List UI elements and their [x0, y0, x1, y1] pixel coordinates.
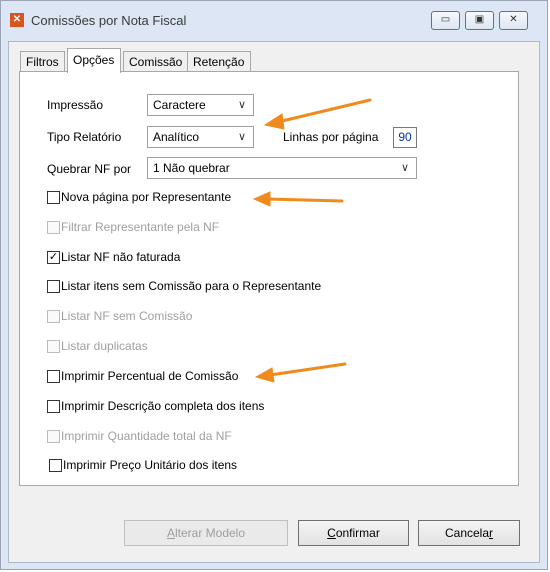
checkbox-box[interactable]: [47, 191, 60, 204]
checkbox-box: [47, 340, 60, 353]
quebrar-select[interactable]: 1 Não quebrar ∨: [147, 157, 417, 179]
checkbox-label: Listar itens sem Comissão para o Represe…: [61, 279, 322, 293]
close-button[interactable]: ✕: [499, 11, 528, 30]
impressao-value: Caractere: [153, 98, 206, 112]
tipo-relatorio-label: Tipo Relatório: [47, 130, 122, 144]
alterar-modelo-button[interactable]: Alterar Modelo: [124, 520, 288, 546]
maximize-icon: ▣: [474, 14, 485, 25]
checkbox-box[interactable]: [47, 400, 60, 413]
checkbox-box[interactable]: ✓: [47, 251, 60, 264]
close-icon: ✕: [509, 14, 518, 25]
checkbox-box[interactable]: [49, 459, 62, 472]
title-bar[interactable]: ✕ Comissões por Nota Fiscal ▭ ▣ ✕: [1, 1, 547, 41]
checkbox-box[interactable]: [47, 370, 60, 383]
checkbox-label: Imprimir Descrição completa dos itens: [61, 399, 265, 413]
chevron-down-icon: ∨: [400, 162, 409, 174]
checkbox-label: Listar NF sem Comissão: [61, 309, 193, 323]
minimize-button[interactable]: ▭: [431, 11, 460, 30]
button-accelerator: A: [166, 526, 175, 540]
linhas-input[interactable]: 90: [393, 127, 417, 148]
chevron-down-icon: ∨: [237, 99, 246, 111]
linhas-label: Linhas por página: [283, 130, 379, 144]
tipo-relatorio-value: Analítico: [153, 130, 200, 144]
tab-label: Retenção: [193, 55, 245, 69]
impressao-select[interactable]: Caractere ∨: [147, 94, 254, 116]
tipo-relatorio-select[interactable]: Analítico ∨: [147, 126, 254, 148]
button-text: Cancela: [444, 526, 490, 540]
checkmark-icon: ✓: [48, 251, 59, 263]
button-accelerator: C: [327, 526, 336, 540]
checkbox-label: Imprimir Preço Unitário dos itens: [63, 458, 238, 472]
minimize-icon: ▭: [440, 14, 451, 25]
checkbox-box[interactable]: [47, 280, 60, 293]
window-title: Comissões por Nota Fiscal: [31, 13, 187, 28]
checkbox-label: Listar duplicatas: [61, 339, 148, 353]
quebrar-value: 1 Não quebrar: [153, 161, 230, 175]
checkbox-box: [47, 310, 60, 323]
tab-label: Comissão: [129, 55, 183, 69]
checkbox-label: Listar NF não faturada: [61, 250, 181, 264]
tab-opcoes[interactable]: Opções: [67, 48, 121, 73]
button-text: lterar Modelo: [174, 526, 246, 540]
checkbox-box: [47, 430, 60, 443]
tab-comissao[interactable]: Comissão: [123, 51, 188, 72]
checkbox-label: Nova página por Representante: [61, 190, 232, 204]
tab-label: Opções: [73, 53, 115, 67]
tab-retencao[interactable]: Retenção: [187, 51, 251, 72]
button-text: onfirmar: [335, 526, 380, 540]
impressao-label: Impressão: [47, 98, 104, 112]
quebrar-label: Quebrar NF por: [47, 162, 132, 176]
chevron-down-icon: ∨: [237, 131, 246, 143]
button-accelerator: r: [489, 526, 494, 540]
checkbox-label: Filtrar Representante pela NF: [61, 220, 220, 234]
tab-label: Filtros: [26, 55, 59, 69]
checkbox-label: Imprimir Quantidade total da NF: [61, 429, 232, 443]
app-icon: ✕: [10, 13, 24, 27]
cancelar-button[interactable]: Cancelar: [418, 520, 520, 546]
maximize-button[interactable]: ▣: [465, 11, 494, 30]
confirmar-button[interactable]: Confirmar: [298, 520, 409, 546]
checkbox-box: [47, 221, 60, 234]
tab-filtros[interactable]: Filtros: [20, 51, 65, 72]
checkbox-label: Imprimir Percentual de Comissão: [61, 369, 239, 383]
